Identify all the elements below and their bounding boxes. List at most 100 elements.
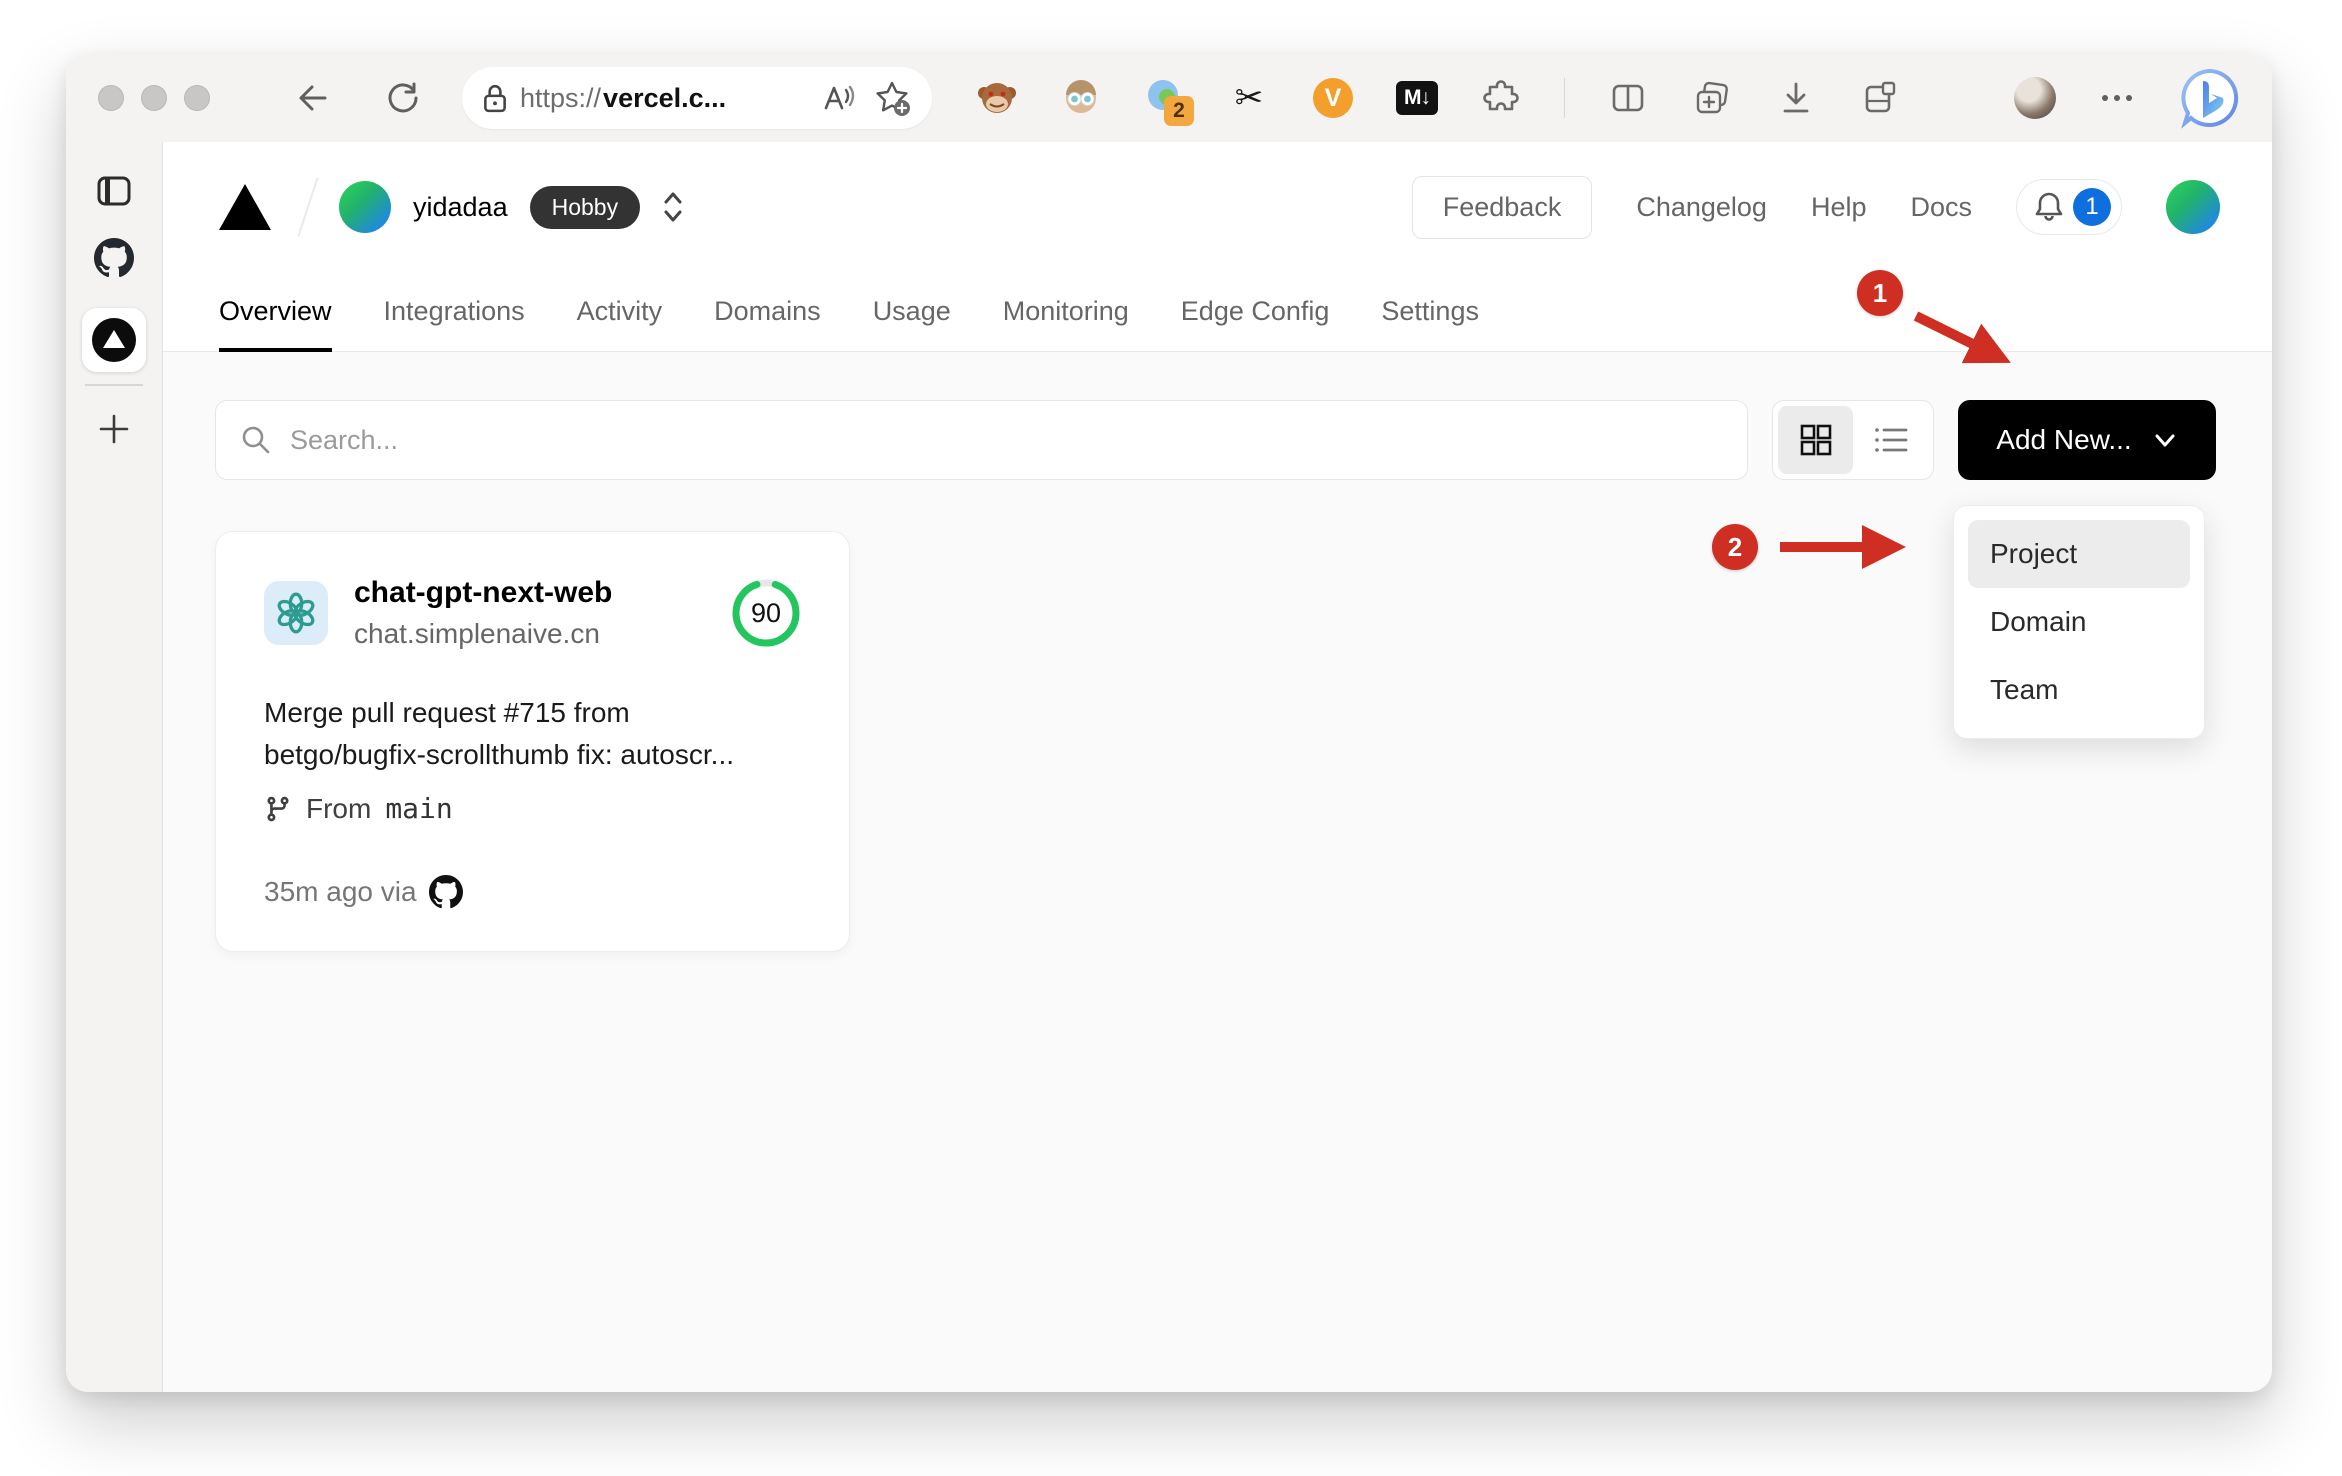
extensions-row: 2 ✂ V M↓ xyxy=(976,77,1901,126)
menu-item-team[interactable]: Team xyxy=(1968,656,2190,724)
scope-switcher-button[interactable] xyxy=(660,190,686,224)
translator-extension-icon[interactable]: 2 xyxy=(1144,77,1194,126)
markdown-extension-icon[interactable]: M↓ xyxy=(1396,77,1438,119)
collections-icon xyxy=(1865,81,1896,113)
download-icon xyxy=(1783,82,1809,113)
tab-usage[interactable]: Usage xyxy=(873,272,951,351)
changelog-link[interactable]: Changelog xyxy=(1636,192,1767,223)
browser-profile-avatar[interactable] xyxy=(2014,77,2056,119)
search-input[interactable] xyxy=(290,424,1723,456)
tab-integrations[interactable]: Integrations xyxy=(384,272,525,351)
refresh-icon xyxy=(388,82,418,113)
url-host: vercel.c... xyxy=(603,82,727,113)
notifications-button[interactable]: 1 xyxy=(2016,179,2122,235)
list-view-icon xyxy=(1874,428,1907,452)
bell-icon xyxy=(2035,192,2063,221)
window-close-button[interactable] xyxy=(98,85,124,111)
new-tab-button[interactable] xyxy=(97,412,131,446)
tab-settings[interactable]: Settings xyxy=(1381,272,1479,351)
project-search[interactable] xyxy=(215,400,1748,480)
tab-edge-config[interactable]: Edge Config xyxy=(1181,272,1330,351)
address-bar[interactable]: https:// vercel.c... xyxy=(462,67,932,129)
search-icon xyxy=(242,426,270,454)
read-aloud-icon[interactable] xyxy=(820,82,856,114)
vercel-favicon xyxy=(92,318,136,362)
v-extension-icon[interactable]: V xyxy=(1312,77,1354,119)
team-avatar[interactable] xyxy=(339,181,391,233)
tampermonkey-extension-icon[interactable] xyxy=(976,77,1018,119)
window-minimize-button[interactable] xyxy=(141,85,167,111)
sidebar-divider xyxy=(85,384,143,386)
deploy-meta: 35m ago via xyxy=(264,876,417,907)
add-favorite-icon[interactable] xyxy=(872,78,912,118)
avatar-extension-icon[interactable] xyxy=(1060,77,1102,119)
sidebar-toggle-button[interactable] xyxy=(97,176,131,206)
browser-sidebar xyxy=(66,142,163,1392)
tab-github[interactable] xyxy=(94,238,134,278)
toolbar-divider xyxy=(1564,78,1565,118)
tab-activity[interactable]: Activity xyxy=(577,272,663,351)
add-tab-group-button[interactable] xyxy=(1691,77,1733,119)
chevron-down-icon xyxy=(2155,434,2175,447)
split-screen-button[interactable] xyxy=(1607,77,1649,119)
view-toggle xyxy=(1772,400,1934,480)
collections-button[interactable] xyxy=(1859,77,1901,119)
monkey-icon xyxy=(978,83,1016,113)
tab-vercel-active[interactable] xyxy=(82,308,146,372)
tab-overview[interactable]: Overview xyxy=(219,272,332,352)
scissors-icon: ✂ xyxy=(1234,79,1264,117)
add-new-button[interactable]: Add New... xyxy=(1958,400,2216,480)
lock-icon xyxy=(484,85,506,113)
branch-label: From xyxy=(306,792,372,824)
branch-row: From main xyxy=(264,792,803,825)
nav-buttons xyxy=(290,75,426,121)
project-favicon-tile xyxy=(264,581,328,645)
panel-icon xyxy=(97,176,131,206)
scissors-extension-icon[interactable]: ✂ xyxy=(1228,77,1270,119)
dashboard-tabs: Overview Integrations Activity Domains U… xyxy=(163,272,2272,352)
vercel-logo[interactable] xyxy=(219,184,271,230)
window-controls xyxy=(98,85,210,111)
person-glasses-icon xyxy=(1066,80,1096,113)
feedback-button[interactable]: Feedback xyxy=(1411,175,1593,239)
team-name: yidadaa xyxy=(413,191,508,222)
vercel-dashboard: yidadaa Hobby Feedback Changelog Help Do… xyxy=(163,142,2272,1392)
annotation-step-1: 1 xyxy=(1857,270,1903,316)
tab-domains[interactable]: Domains xyxy=(714,272,821,351)
browser-window: https:// vercel.c... 2 ✂ V M↓ yidadaa Ho… xyxy=(66,54,2272,1392)
translator-badge: 2 xyxy=(1164,96,1194,126)
list-view-button[interactable] xyxy=(1853,406,1928,474)
toolbar-end xyxy=(2014,67,2240,129)
docs-link[interactable]: Docs xyxy=(1910,192,1972,223)
copy-add-icon xyxy=(1696,81,1728,114)
menu-item-domain[interactable]: Domain xyxy=(1968,588,2190,656)
refresh-button[interactable] xyxy=(380,75,426,121)
breadcrumb-slash xyxy=(297,177,319,237)
add-new-label: Add New... xyxy=(1996,424,2132,455)
extensions-menu-button[interactable] xyxy=(1480,77,1522,119)
url-scheme: https:// xyxy=(520,82,602,113)
back-button[interactable] xyxy=(290,75,336,121)
tab-monitoring[interactable]: Monitoring xyxy=(1003,272,1129,351)
window-zoom-button[interactable] xyxy=(184,85,210,111)
browser-toolbar: https:// vercel.c... 2 ✂ V M↓ xyxy=(66,54,2272,142)
back-arrow-icon xyxy=(299,85,327,111)
more-menu-button[interactable] xyxy=(2096,77,2138,119)
sort-chevrons-icon xyxy=(664,192,682,222)
user-avatar[interactable] xyxy=(2166,180,2220,234)
dashboard-content: Add New... xyxy=(163,352,2272,1392)
help-link[interactable]: Help xyxy=(1811,192,1867,223)
notification-count-badge: 1 xyxy=(2073,188,2111,226)
score-ring: 90 xyxy=(729,576,803,650)
deploy-meta-row: 35m ago via xyxy=(264,875,803,909)
project-domain[interactable]: chat.simplenaive.cn xyxy=(354,618,612,650)
commit-message: Merge pull request #715 from betgo/bugfi… xyxy=(264,692,803,776)
dashboard-header: yidadaa Hobby Feedback Changelog Help Do… xyxy=(163,142,2272,272)
github-icon xyxy=(94,238,134,278)
project-card[interactable]: chat-gpt-next-web chat.simplenaive.cn 90 xyxy=(215,531,850,952)
downloads-button[interactable] xyxy=(1775,77,1817,119)
grid-view-button[interactable] xyxy=(1778,406,1853,474)
bing-chat-button[interactable] xyxy=(2178,67,2240,129)
split-screen-icon xyxy=(1612,84,1644,112)
menu-item-project[interactable]: Project xyxy=(1968,520,2190,588)
